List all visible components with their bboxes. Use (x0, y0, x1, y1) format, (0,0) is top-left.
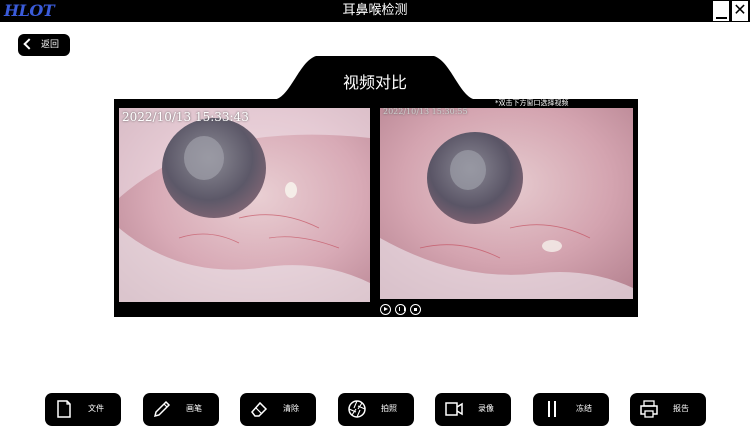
printer-icon (640, 400, 658, 418)
photo-button[interactable]: 拍照 (338, 393, 414, 426)
file-button-label: 文件 (88, 404, 104, 413)
report-button-label: 报告 (673, 404, 689, 413)
freeze-button[interactable]: 冻结 (533, 393, 609, 426)
pause-icon[interactable] (395, 304, 406, 315)
pen-button[interactable]: 画笔 (143, 393, 219, 426)
report-button[interactable]: 报告 (630, 393, 706, 426)
video-left[interactable]: 2022/10/13 15:33:43 (119, 108, 370, 302)
pen-button-label: 画笔 (186, 404, 202, 413)
video-camera-icon (445, 402, 463, 416)
compare-title: 视频对比 (342, 73, 407, 92)
compare-title-tab (272, 56, 478, 100)
file-button[interactable]: 文件 (45, 393, 121, 426)
select-video-hint: *双击下方窗口选择视频 (495, 99, 569, 107)
endoscope-frame-right (380, 108, 633, 299)
stop-icon[interactable] (410, 304, 421, 315)
endoscope-frame-left (119, 108, 370, 302)
clear-button-label: 清除 (283, 404, 299, 413)
freeze-pause-icon (548, 401, 556, 417)
clear-button[interactable]: 清除 (240, 393, 316, 426)
photo-button-label: 拍照 (381, 404, 397, 413)
record-button-label: 录像 (478, 404, 494, 413)
eraser-icon (251, 401, 268, 417)
play-icon[interactable] (380, 304, 391, 315)
file-icon (57, 400, 71, 418)
timestamp-left: 2022/10/13 15:33:43 (122, 110, 249, 124)
pen-icon (153, 400, 171, 418)
timestamp-right: 2022/10/13 15:30:55 (383, 108, 468, 116)
camera-aperture-icon (348, 400, 366, 418)
freeze-button-label: 冻结 (576, 404, 592, 413)
video-right[interactable]: 2022/10/13 15:30:55 (380, 108, 633, 299)
record-button[interactable]: 录像 (435, 393, 511, 426)
